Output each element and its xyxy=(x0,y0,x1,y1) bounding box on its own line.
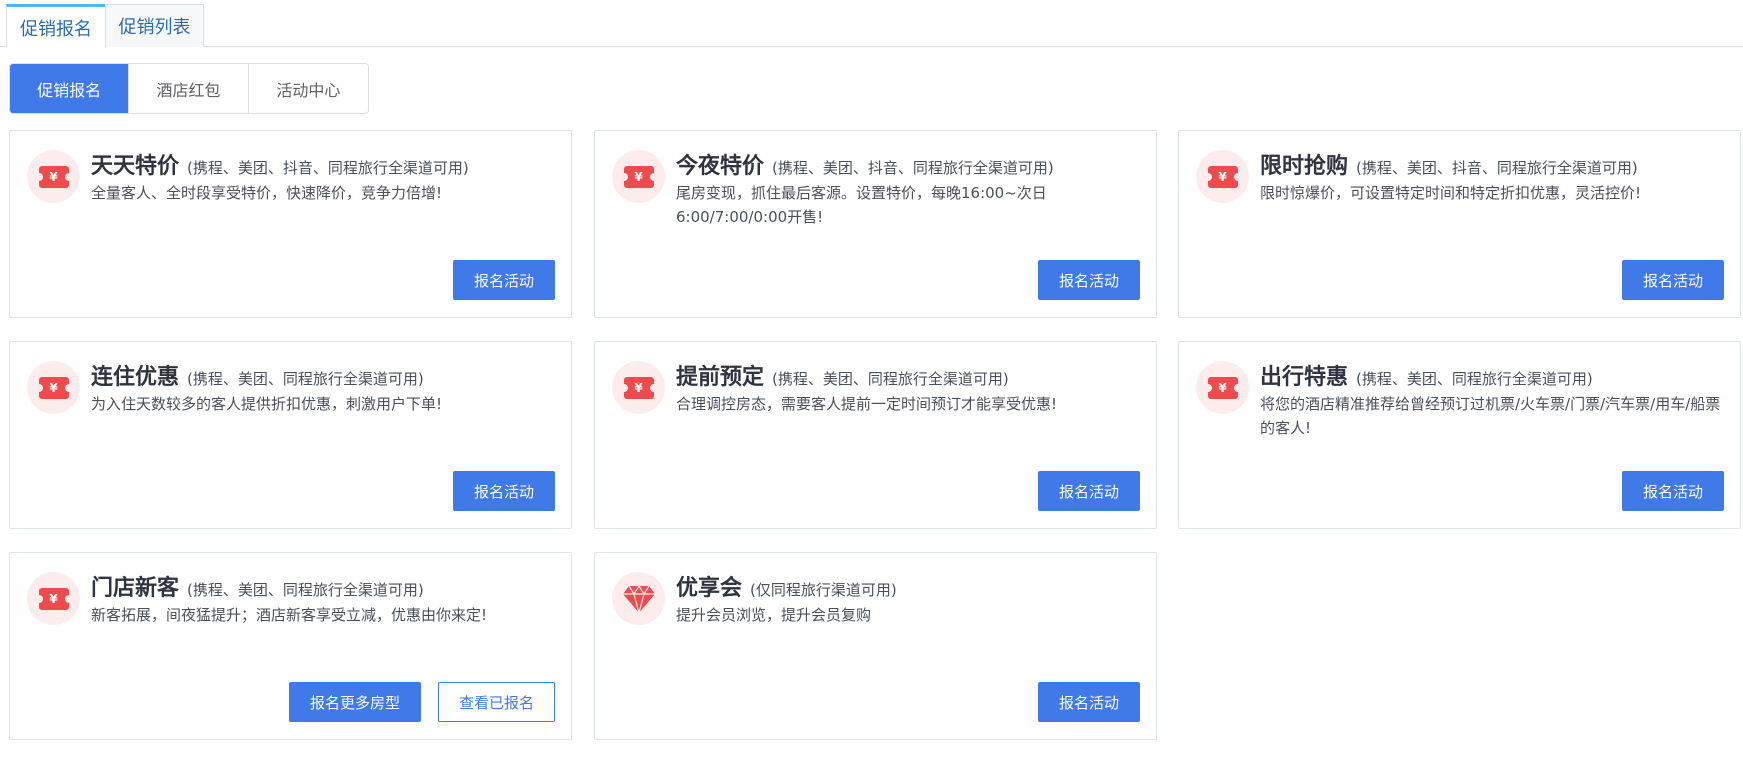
card-channels: (携程、美团、抖音、同程旅行全渠道可用) xyxy=(772,159,1054,177)
promo-card-tonight-special: ¥ 今夜特价 (携程、美团、抖音、同程旅行全渠道可用) 尾房变现，抓住最后客源。… xyxy=(594,130,1157,318)
signup-button[interactable]: 报名活动 xyxy=(1037,471,1140,511)
card-channels: (携程、美团、同程旅行全渠道可用) xyxy=(187,370,424,388)
signup-button[interactable]: 报名活动 xyxy=(452,471,555,511)
signup-button[interactable]: 报名活动 xyxy=(1621,471,1724,511)
card-description: 限时惊爆价，可设置特定时间和特定折扣优惠，灵活控价! xyxy=(1260,184,1642,202)
card-channels: (携程、美团、同程旅行全渠道可用) xyxy=(772,370,1009,388)
card-description: 将您的酒店精准推荐给曾经预订过机票/火车票/门票/汽车票/用车/船票的客人! xyxy=(1260,395,1721,437)
card-title: 今夜特价 xyxy=(676,154,765,179)
card-channels: (携程、美团、抖音、同程旅行全渠道可用) xyxy=(187,159,469,177)
card-title: 连住优惠 xyxy=(91,365,180,390)
promo-card-travel-deal: ¥ 出行特惠 (携程、美团、同程旅行全渠道可用) 将您的酒店精准推荐给曾经预订过… xyxy=(1178,341,1741,529)
card-title: 优享会 xyxy=(676,576,743,601)
subtab-activity-center[interactable]: 活动中心 xyxy=(248,64,368,113)
subtab-hotel-red-packet[interactable]: 酒店红包 xyxy=(129,64,249,113)
card-title: 限时抢购 xyxy=(1260,154,1349,179)
promo-card-daily-special: ¥ 天天特价 (携程、美团、抖音、同程旅行全渠道可用) 全量客人、全时段享受特价… xyxy=(9,130,572,318)
ticket-icon: ¥ xyxy=(27,361,80,414)
ticket-icon: ¥ xyxy=(612,361,665,414)
card-description: 尾房变现，抓住最后客源。设置特价，每晚16:00~次日6:00/7:00/0:0… xyxy=(676,184,1047,226)
signup-button[interactable]: 报名活动 xyxy=(452,260,555,300)
card-channels: (携程、美团、同程旅行全渠道可用) xyxy=(1356,370,1593,388)
view-registered-button[interactable]: 查看已报名 xyxy=(437,682,555,722)
promo-card-flash-sale: ¥ 限时抢购 (携程、美团、抖音、同程旅行全渠道可用) 限时惊爆价，可设置特定时… xyxy=(1178,130,1741,318)
ticket-icon: ¥ xyxy=(27,150,80,203)
tab-promotion-list[interactable]: 促销列表 xyxy=(105,4,204,47)
signup-button[interactable]: 报名活动 xyxy=(1037,682,1140,722)
card-title: 提前预定 xyxy=(676,365,765,390)
promo-card-multi-night: ¥ 连住优惠 (携程、美团、同程旅行全渠道可用) 为入住天数较多的客人提供折扣优… xyxy=(9,341,572,529)
card-description: 为入住天数较多的客人提供折扣优惠，刺激用户下单! xyxy=(91,395,443,413)
signup-more-rooms-button[interactable]: 报名更多房型 xyxy=(288,682,421,722)
signup-button[interactable]: 报名活动 xyxy=(1621,260,1724,300)
card-title: 门店新客 xyxy=(91,576,180,601)
diamond-icon xyxy=(612,572,665,625)
card-title: 出行特惠 xyxy=(1260,365,1349,390)
sub-tab-group: 促销报名 酒店红包 活动中心 xyxy=(9,63,369,114)
card-channels: (仅同程旅行渠道可用) xyxy=(750,581,897,599)
promo-card-member-club: 优享会 (仅同程旅行渠道可用) 提升会员浏览，提升会员复购 报名活动 xyxy=(594,552,1157,740)
signup-button[interactable]: 报名活动 xyxy=(1037,260,1140,300)
ticket-icon: ¥ xyxy=(27,572,80,625)
top-tab-bar: 促销报名 促销列表 xyxy=(0,0,1743,48)
promo-card-new-customer: ¥ 门店新客 (携程、美团、同程旅行全渠道可用) 新客拓展，间夜猛提升；酒店新客… xyxy=(9,552,572,740)
card-title: 天天特价 xyxy=(91,154,180,179)
ticket-icon: ¥ xyxy=(612,150,665,203)
ticket-icon: ¥ xyxy=(1196,150,1249,203)
tab-promotion-signup[interactable]: 促销报名 xyxy=(6,4,106,48)
card-channels: (携程、美团、抖音、同程旅行全渠道可用) xyxy=(1356,159,1638,177)
card-description: 全量客人、全时段享受特价，快速降价，竞争力倍增! xyxy=(91,184,443,202)
card-description: 提升会员浏览，提升会员复购 xyxy=(676,606,872,624)
card-channels: (携程、美团、同程旅行全渠道可用) xyxy=(187,581,424,599)
subtab-promotion-signup[interactable]: 促销报名 xyxy=(10,64,130,113)
promo-card-early-booking: ¥ 提前预定 (携程、美团、同程旅行全渠道可用) 合理调控房态，需要客人提前一定… xyxy=(594,341,1157,529)
card-description: 新客拓展，间夜猛提升；酒店新客享受立减，优惠由你来定! xyxy=(91,606,488,624)
card-description: 合理调控房态，需要客人提前一定时间预订才能享受优惠! xyxy=(676,395,1058,413)
ticket-icon: ¥ xyxy=(1196,361,1249,414)
